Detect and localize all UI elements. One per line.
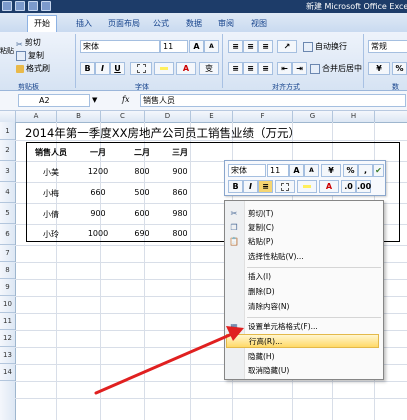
arrow-head (226, 326, 244, 341)
arrow-line (94, 332, 234, 395)
annotation-arrow (94, 326, 244, 395)
